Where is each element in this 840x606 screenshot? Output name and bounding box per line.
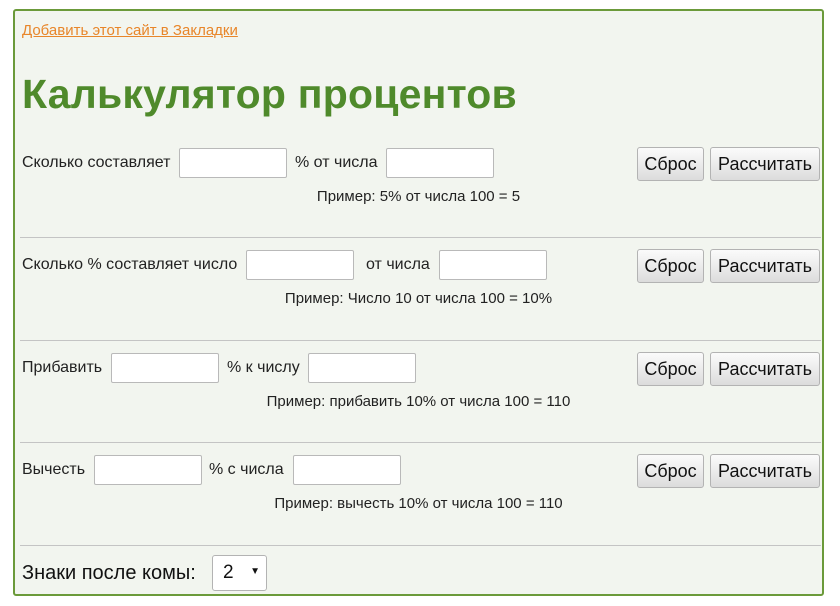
number-input[interactable] <box>293 455 401 485</box>
divider <box>20 340 821 341</box>
add-bookmark-link[interactable]: Добавить этот сайт в Закладки <box>22 22 238 39</box>
reset-button[interactable]: Сброс <box>637 454 704 488</box>
row-label-before: Сколько % составляет число <box>22 256 238 273</box>
example-text: Пример: прибавить 10% от числа 100 = 110 <box>266 393 571 410</box>
row-label-before: Прибавить <box>22 359 103 376</box>
calc-row-add-percent: Прибавить % к числу Сброс Рассчитать При… <box>15 352 822 453</box>
percent-input[interactable] <box>111 353 219 383</box>
percent-input[interactable] <box>179 148 287 178</box>
calc-row-number-as-percent: Сколько % составляет число от числа Сбро… <box>15 249 822 350</box>
calc-row-percent-of-number: Сколько составляет % от числа Сброс Расс… <box>15 147 822 248</box>
calculator-panel: Добавить этот сайт в Закладки Калькулято… <box>13 9 824 596</box>
calculate-button[interactable]: Рассчитать <box>710 249 820 283</box>
divider <box>20 442 821 443</box>
divider <box>20 237 821 238</box>
number-input[interactable] <box>386 148 494 178</box>
row-label-middle: % с числа <box>209 461 284 478</box>
number-input[interactable] <box>246 250 354 280</box>
percent-input[interactable] <box>94 455 202 485</box>
calculate-button[interactable]: Рассчитать <box>710 147 820 181</box>
reset-button[interactable]: Сброс <box>637 352 704 386</box>
calculate-button[interactable]: Рассчитать <box>710 352 820 386</box>
example-text: Пример: Число 10 от числа 100 = 10% <box>284 290 553 307</box>
number-input[interactable] <box>308 353 416 383</box>
dropdown-arrow-icon: ▼ <box>250 566 260 577</box>
divider <box>20 545 821 546</box>
decimals-select[interactable]: 2 ▼ <box>212 555 267 591</box>
example-text: Пример: вычесть 10% от числа 100 = 110 <box>274 495 563 512</box>
decimals-label: Знаки после комы: <box>22 562 196 584</box>
row-label-before: Сколько составляет <box>22 154 171 171</box>
reset-button[interactable]: Сброс <box>637 147 704 181</box>
calculate-button[interactable]: Рассчитать <box>710 454 820 488</box>
row-label-before: Вычесть <box>22 461 86 478</box>
row-label-middle: от числа <box>366 256 430 273</box>
page-title: Калькулятор процентов <box>22 71 517 117</box>
calc-row-subtract-percent: Вычесть % с числа Сброс Рассчитать Приме… <box>15 454 822 555</box>
decimals-selected-value: 2 <box>223 562 234 583</box>
reset-button[interactable]: Сброс <box>637 249 704 283</box>
row-label-middle: % к числу <box>227 359 300 376</box>
base-number-input[interactable] <box>439 250 547 280</box>
row-label-middle: % от числа <box>295 154 378 171</box>
example-text: Пример: 5% от числа 100 = 5 <box>316 188 521 205</box>
